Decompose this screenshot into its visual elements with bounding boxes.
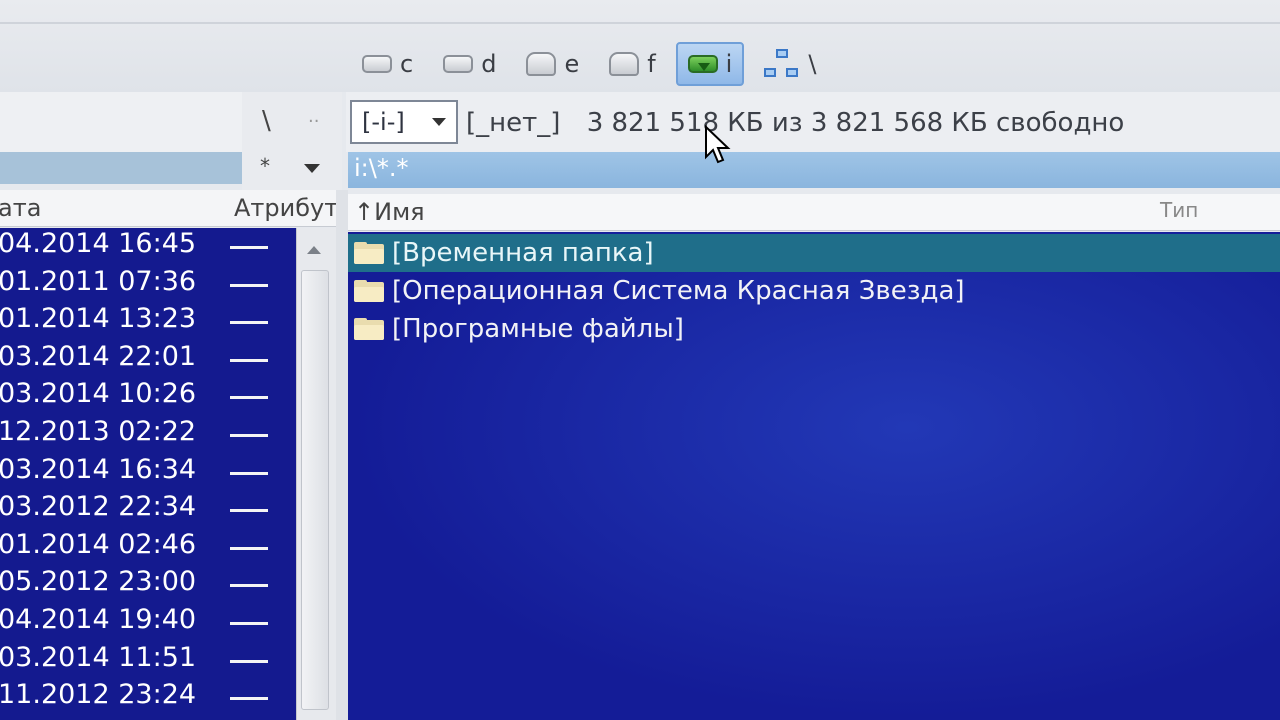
file-date: 01.2011 07:36 [0,265,197,297]
file-date: 03.2012 22:34 [0,491,197,523]
file-date: 04.2014 19:40 [0,604,197,635]
drive-label: i [725,50,733,78]
file-attributes [230,358,268,362]
folder-name: [Операционная Система Красная Звезда] [392,276,965,306]
file-date: 11.2012 23:24 [0,679,197,711]
column-header-attributes[interactable]: Атрибут [234,194,338,222]
free-space-text: 3 821 518 КБ из 3 821 568 КБ свободно [586,108,1125,138]
drive-select[interactable]: [-i-] [350,100,458,144]
file-row[interactable]: 01.2011 07:36 [0,266,296,303]
root-dir-button[interactable]: \ [262,106,271,136]
history-dropdown-icon[interactable] [304,164,320,173]
file-row[interactable]: 01.2014 13:23 [0,303,296,340]
panel-controls: \ .. * [242,92,342,190]
drive-button-e[interactable]: e [516,42,589,86]
file-row[interactable]: 03.2012 22:34 [0,491,296,528]
folder-icon [354,280,384,302]
folder-name: [Временная папка] [392,238,654,268]
filter-button[interactable]: * [260,154,270,178]
column-header-type[interactable]: Тип [1160,198,1198,222]
file-attributes [230,471,268,475]
file-row[interactable]: 01.2014 02:46 [0,529,296,566]
hard-drive-icon [362,55,392,73]
drive-select-value: [-i-] [362,108,405,136]
hard-drive-icon [443,55,474,73]
file-date: 01.2014 02:46 [0,528,197,560]
drive-label: d [481,50,497,78]
folder-icon [354,318,384,340]
usb-drive-icon [687,55,718,73]
volume-label: [_нет_] [466,108,561,138]
file-row[interactable]: 04.2014 19:40 [0,604,296,641]
file-row[interactable]: 12.2013 02:22 [0,416,296,453]
folder-row[interactable]: [Операционная Система Красная Звезда] [348,272,1280,310]
file-attributes [230,246,268,249]
file-date: 03.2014 10:26 [0,378,197,410]
file-attributes [230,659,268,663]
removable-drive-icon [609,52,640,76]
column-header-name[interactable]: ↑Имя [354,198,425,226]
file-row[interactable]: 11.2012 23:24 [0,679,296,716]
current-path: i:\*.* [354,154,409,182]
file-date: 03.2014 22:01 [0,340,197,372]
file-attributes [230,396,268,400]
column-header-date[interactable]: ата [0,194,41,222]
chevron-down-icon [432,118,446,126]
file-date: 03.2014 11:51 [0,641,197,673]
left-file-list[interactable]: 04.2014 16:45 01.2011 07:36 01.2014 13:23 0… [0,228,296,720]
drive-bar: c d e f i \ [352,40,826,88]
scroll-up-icon[interactable] [307,246,321,254]
left-column-headers: ата Атрибут [0,190,338,227]
volume-info: [_нет_] 3 821 518 КБ из 3 821 568 КБ сво… [466,108,1124,138]
file-row[interactable]: 03.2014 22:01 [0,341,296,378]
drive-button-c[interactable]: c [352,42,423,86]
file-row[interactable]: 04.2014 16:45 [0,228,296,265]
right-path-bar[interactable]: i:\*.* [348,152,1280,188]
drive-label: c [400,50,414,78]
drive-button-i[interactable]: i [675,42,745,86]
file-attributes [230,546,268,550]
file-attributes [230,697,268,701]
folder-row[interactable]: [Програмные файлы] [348,310,1280,348]
file-attributes [230,283,268,287]
drive-label: \ [808,50,817,78]
file-attributes [230,584,268,588]
drive-button-d[interactable]: d [433,42,506,86]
folder-name: [Програмные файлы] [392,314,684,344]
panel-divider[interactable] [336,190,348,720]
file-attributes [230,434,268,437]
file-row[interactable]: 03.2014 10:26 [0,378,296,415]
file-attributes [230,622,268,625]
scrollbar-thumb[interactable] [301,270,329,710]
file-date: 01.2014 13:23 [0,303,197,335]
right-file-list[interactable]: [Временная папка] [Операционная Система К… [348,232,1280,720]
folder-icon [354,242,384,264]
toolbar: c d e f i \ [0,0,1280,92]
toolbar-divider [0,22,1280,24]
file-attributes [230,321,268,325]
file-date: 03.2014 16:34 [0,453,197,485]
right-column-headers: ↑Имя Тип [348,194,1280,231]
left-panel-header [0,92,242,152]
folder-row[interactable]: [Временная папка] [348,234,1280,272]
file-row[interactable]: 03.2014 16:34 [0,454,296,491]
drive-label: f [647,50,656,78]
mouse-cursor-icon [705,125,731,164]
file-date: 12.2013 02:22 [0,416,197,447]
removable-drive-icon [526,52,557,76]
left-path-bar[interactable] [0,152,242,184]
drive-button-f[interactable]: f [599,42,665,86]
left-scrollbar[interactable] [296,228,337,720]
file-attributes [230,509,268,513]
file-date: 05.2012 23:00 [0,566,197,598]
drive-label: e [564,50,580,78]
parent-dir-button[interactable]: .. [308,106,319,127]
file-row[interactable]: 05.2012 23:00 [0,566,296,603]
file-date: 04.2014 16:45 [0,228,197,259]
file-row[interactable]: 03.2014 11:51 [0,642,296,679]
network-icon [764,49,800,79]
drive-button-network[interactable]: \ [754,42,826,86]
